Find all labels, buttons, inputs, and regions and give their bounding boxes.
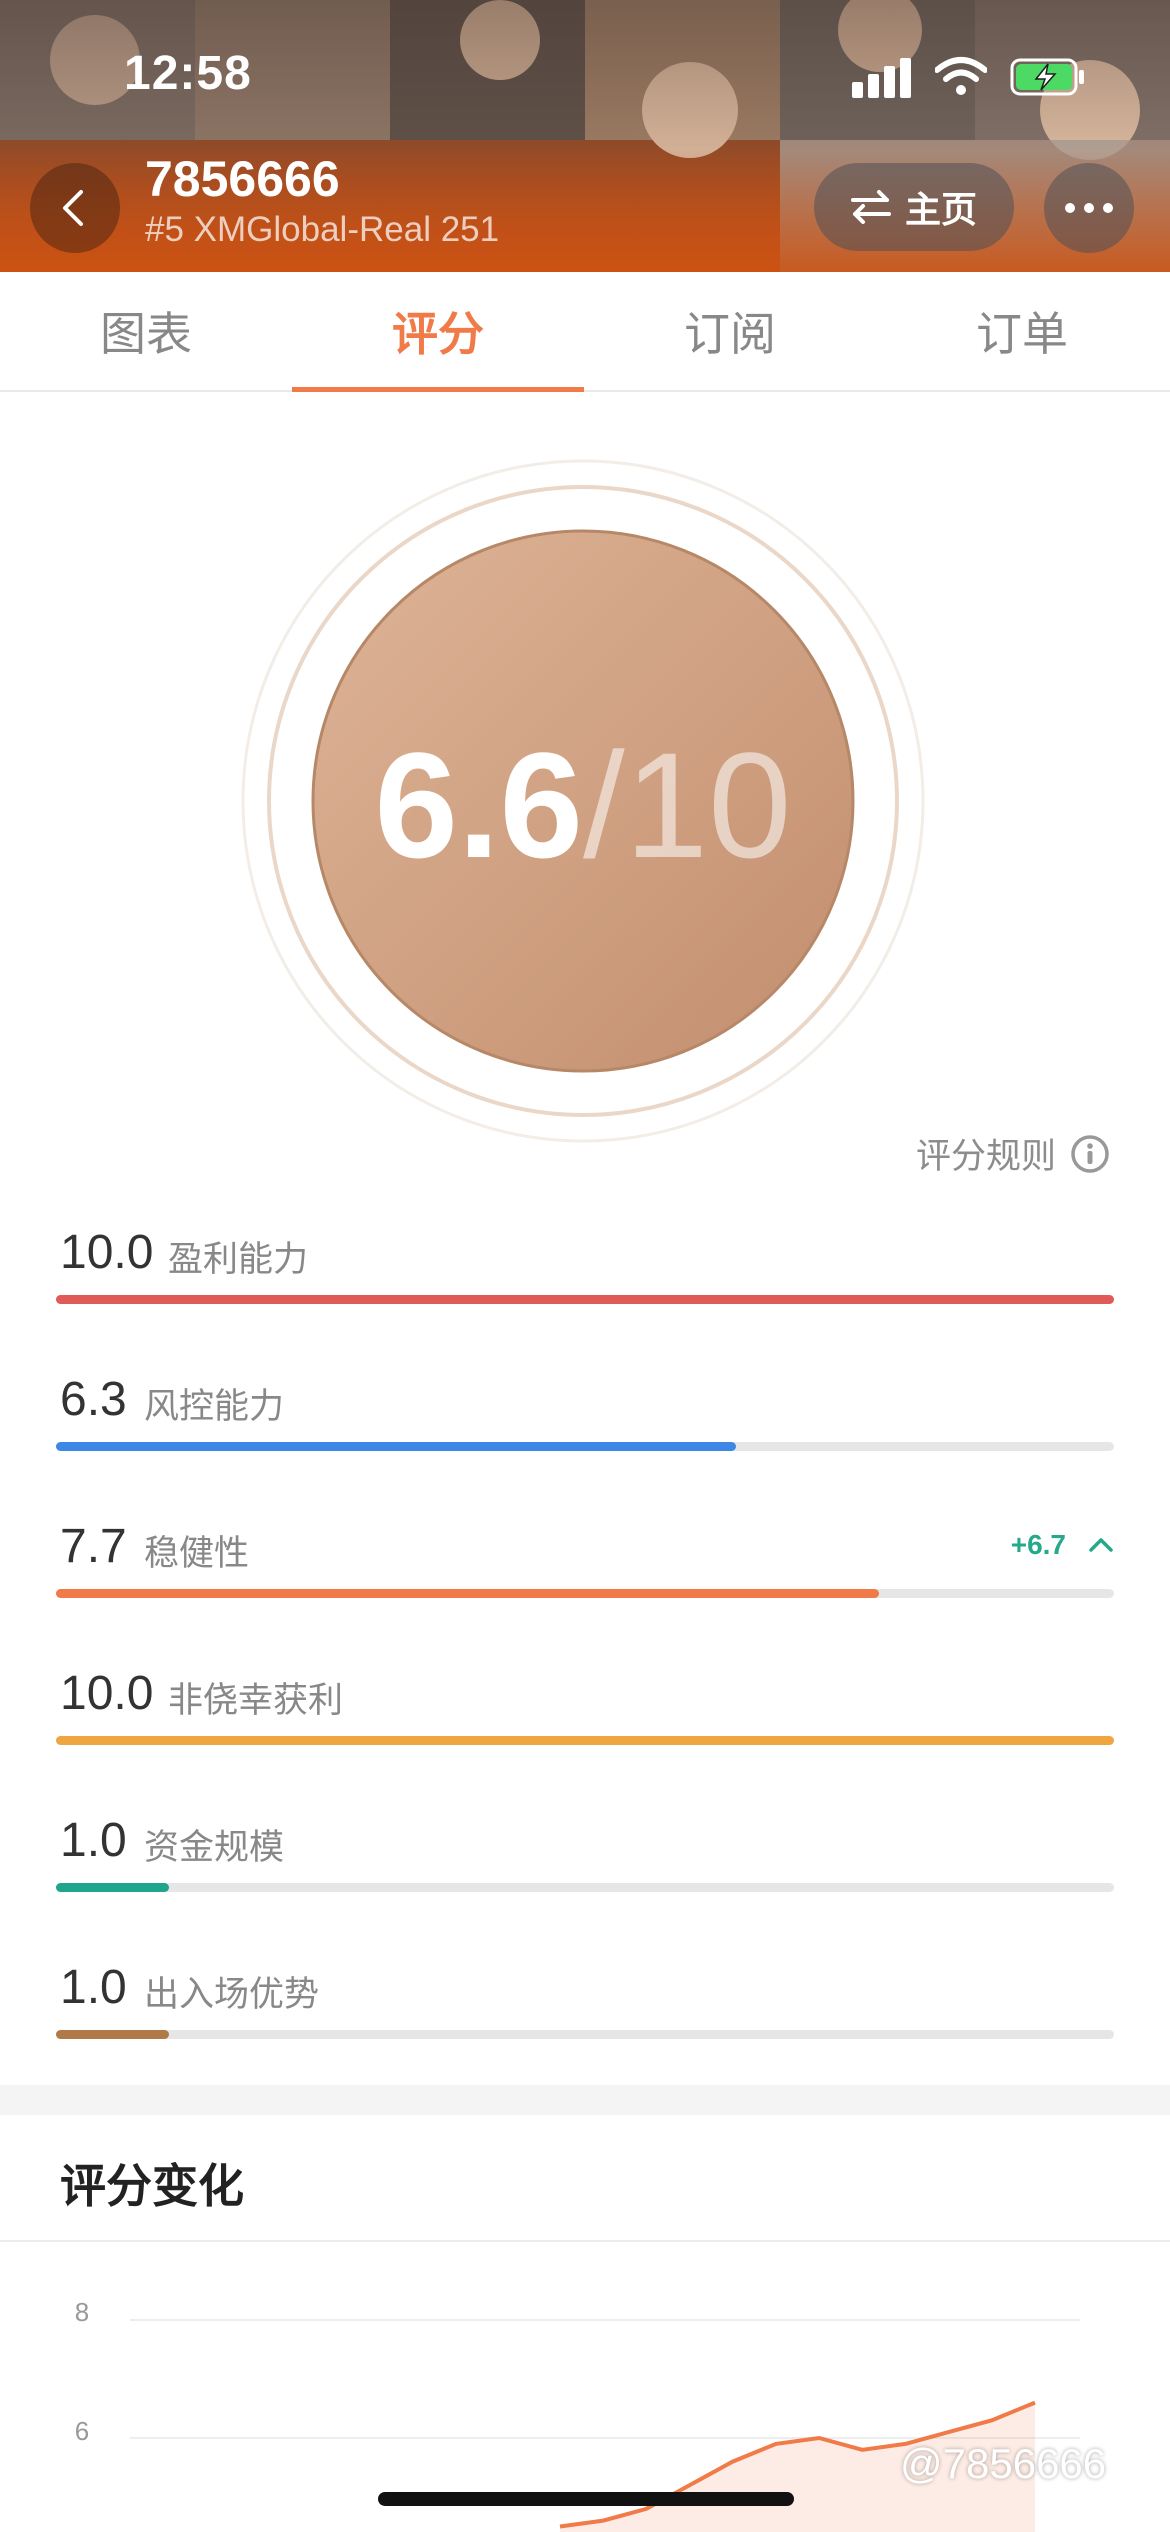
metric-non-luck-profit: 10.0 非侥幸获利 [56,1666,1114,1766]
metric-value: 6.3 [60,1373,127,1426]
metric-bar-track [56,1442,1114,1451]
overall-score: 6.6/10 [240,720,926,890]
score-max: /10 [583,721,792,889]
chevron-up-icon [1089,1538,1113,1552]
metric-label: 出入场优势 [144,1975,320,2015]
metric-bar-fill [56,1883,170,1892]
status-time: 12:58 [124,47,252,100]
metric-value: 10.0 [60,1226,154,1279]
metric-change[interactable]: +6.7 [1011,1529,1114,1561]
tab-orders[interactable]: 订单 [876,272,1168,390]
tab-chart[interactable]: 图表 [0,272,292,390]
metric-bar-track [56,1295,1114,1304]
metric-bar-fill [56,2030,170,2039]
metric-value: 7.7 [60,1520,127,1573]
metric-label: 资金规模 [144,1828,285,1868]
watermark-text: @7856666 [900,2440,1107,2487]
metric-risk-control: 6.3 风控能力 [56,1372,1114,1472]
metric-bar-track [56,1883,1114,1892]
metric-value: 1.0 [60,1814,127,1867]
metric-bar-fill [56,1736,1114,1745]
metric-label: 稳健性 [144,1534,250,1574]
metric-bar-fill [56,1589,880,1598]
more-options-button[interactable] [1044,163,1134,253]
account-id: 7856666 [145,151,340,207]
cellular-signal-icon [852,58,914,98]
wifi-icon [935,57,987,95]
info-icon [1071,1134,1109,1173]
tab-bar: 图表 评分 订阅 订单 [0,272,1170,392]
account-server: #5 XMGlobal-Real 251 [145,210,500,249]
metric-fund-scale: 1.0 资金规模 [56,1813,1114,1913]
home-button[interactable]: 主页 [814,163,1014,251]
home-button-label: 主页 [904,190,977,231]
y-tick-label: 6 [75,2416,89,2446]
metric-label: 盈利能力 [168,1240,309,1280]
section-title: 评分变化 [60,2159,244,2213]
metric-entry-exit-advantage: 1.0 出入场优势 [56,1960,1114,2060]
metric-bar-fill [56,1442,737,1451]
tab-score[interactable]: 评分 [292,272,584,392]
metric-bar-track [56,1736,1114,1745]
section-divider [0,2085,1170,2115]
metric-value: 1.0 [60,1961,127,2014]
metric-bar-track [56,1589,1114,1598]
swap-arrows-icon [850,190,891,224]
metric-stability: 7.7 稳健性 +6.7 [56,1519,1114,1619]
score-rules-link[interactable]: 评分规则 [916,1128,1110,1179]
metric-profitability: 10.0 盈利能力 [56,1225,1114,1325]
section-rule [0,2240,1170,2242]
account-header: 12:58 7856666 #5 XMGlobal-Real 251 主页 [0,0,1170,272]
score-value: 6.6 [374,721,583,889]
back-button[interactable] [30,163,120,253]
metric-bar-fill [56,1295,1114,1304]
metric-value: 10.0 [60,1667,154,1720]
metric-label: 非侥幸获利 [168,1681,344,1721]
chevron-left-icon [63,190,83,226]
battery-charging-icon [1010,58,1084,96]
home-indicator[interactable] [378,2492,794,2506]
y-tick-label: 8 [75,2297,89,2327]
metric-change-value: +6.7 [1010,1529,1066,1560]
metric-bar-track [56,2030,1114,2039]
tab-subscribe[interactable]: 订阅 [584,272,876,390]
ellipsis-icon [1065,203,1113,213]
score-rules-label: 评分规则 [915,1137,1056,1177]
metric-label: 风控能力 [144,1387,285,1427]
